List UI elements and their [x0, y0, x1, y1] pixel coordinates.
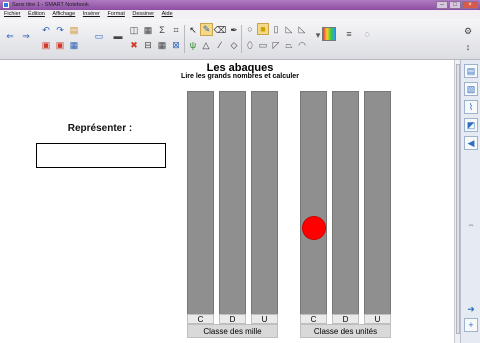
menu-draw[interactable]: Dessiner [132, 11, 154, 17]
properties-tab-icon[interactable]: ◩ [464, 118, 478, 132]
oval-shape-icon[interactable]: ⬯ [244, 39, 256, 51]
column-label-units-d: D [332, 314, 359, 324]
line-style-icon[interactable]: ≡ [342, 27, 356, 41]
toolbar-move-icon[interactable]: ↕ [462, 41, 474, 53]
next-page-icon[interactable]: ⇒ [19, 29, 33, 43]
display-icon[interactable]: ▭ [92, 29, 106, 43]
abacus-rod-units-d[interactable] [332, 91, 359, 316]
line-icon[interactable]: ∕ [214, 39, 226, 51]
abacus-rod-thousands-d[interactable] [219, 91, 246, 316]
attachments-icon[interactable]: ⌇ [464, 100, 478, 114]
triangle-shape-icon[interactable]: ◺ [283, 23, 295, 35]
shape-icon[interactable]: △ [200, 39, 212, 51]
menu-insert[interactable]: Insérer [83, 11, 100, 17]
toolbar: ⇐ ⇒ ↶ ↷ ▤ ▣ ▣ ▦ ▭ ▬ ◫ ▦ Σ ⌗ ✖ ⊟ ▦ ⊠ ↖ ✎ … [0, 19, 480, 60]
class-label-thousands: Classe des mille [187, 324, 278, 338]
delete-icon[interactable]: ✖ [128, 39, 140, 51]
side-tab-panel: ▤ ▧ ⌇ ◩ ◀ ⇔ ➜ + [460, 60, 480, 343]
represent-input-box[interactable] [36, 143, 166, 168]
column-label-thousands-d: D [219, 314, 246, 324]
new-page-icon[interactable]: ▣ [40, 39, 52, 51]
properties-icon[interactable]: ▦ [156, 39, 168, 51]
transparency-icon[interactable]: ◌ [360, 27, 374, 41]
fill-icon[interactable]: ◇ [228, 39, 240, 51]
circle-shape-icon[interactable]: ○ [244, 23, 256, 35]
abacus-rod-thousands-c[interactable] [187, 91, 214, 316]
column-label-thousands-u: U [251, 314, 278, 324]
close-button[interactable]: × [462, 1, 478, 9]
arrow-right-icon[interactable]: ➜ [464, 302, 478, 316]
menu-file[interactable]: Fichier [4, 11, 21, 17]
screen-shade-icon[interactable]: ⊟ [142, 39, 154, 51]
page-subtitle: Lire les grands nombres et calculer [181, 73, 299, 80]
window-title: Sans titre 1 - SMART Notebook [12, 2, 89, 8]
column-label-units-u: U [364, 314, 391, 324]
menu-view[interactable]: Affichage [52, 11, 75, 17]
page-sorter-icon[interactable]: ▤ [464, 64, 478, 78]
maximize-button[interactable]: □ [449, 1, 461, 9]
magic-pen-icon[interactable]: ψ [187, 39, 199, 51]
square-shape-icon[interactable]: ■ [257, 23, 269, 35]
minimize-button[interactable]: – [436, 1, 448, 9]
window-controls: – □ × [436, 1, 478, 9]
previous-page-icon[interactable]: ⇐ [3, 29, 17, 43]
right-triangle-icon[interactable]: ◺ [296, 23, 308, 35]
menu-bar: Fichier Édition Affichage Insérer Format… [0, 10, 480, 19]
abacus-bead[interactable] [302, 216, 326, 240]
toolbar-settings-icon[interactable]: ⚙ [462, 25, 474, 37]
table-icon[interactable]: ▦ [142, 24, 154, 36]
semicircle-shape-icon[interactable]: ◠ [296, 39, 308, 51]
select-icon[interactable]: ↖ [187, 24, 199, 36]
trapezoid-shape-icon[interactable]: ⏢ [283, 39, 295, 51]
open-icon[interactable]: ▤ [68, 24, 80, 36]
abacus-rod-thousands-u[interactable] [251, 91, 278, 316]
insert-media-icon[interactable]: Σ [156, 24, 168, 36]
gallery-icon[interactable]: ▧ [464, 82, 478, 96]
represent-label: Représenter : [67, 123, 133, 134]
add-page-icon[interactable]: + [464, 318, 478, 332]
app-icon [3, 2, 9, 8]
column-label-thousands-c: C [187, 314, 214, 324]
menu-format[interactable]: Format [107, 11, 124, 17]
class-label-units: Classe des unités [300, 324, 391, 338]
zoom-icon[interactable]: ⊠ [170, 39, 182, 51]
pen-color-icon[interactable]: ✒ [228, 24, 240, 36]
abacus-rod-units-c[interactable] [300, 91, 327, 316]
addons-icon[interactable]: ◀ [464, 136, 478, 150]
rectangle-shape-icon[interactable]: ▭ [257, 39, 269, 51]
delete-page-icon[interactable]: ▣ [54, 39, 66, 51]
redo-icon[interactable]: ↷ [54, 24, 66, 36]
save-icon[interactable]: ▦ [68, 39, 80, 51]
pen-icon[interactable]: ✎ [200, 23, 213, 36]
eraser-icon[interactable]: ⌫ [214, 24, 227, 36]
title-bar: Sans titre 1 - SMART Notebook – □ × [0, 0, 480, 10]
menu-edit[interactable]: Édition [28, 11, 45, 17]
triangle-outline-icon[interactable]: ◸ [270, 39, 282, 51]
keyboard-icon[interactable]: ▬ [112, 31, 124, 41]
rect-shape-icon[interactable]: ▯ [270, 23, 282, 35]
math-icon[interactable]: ⌗ [170, 24, 182, 36]
panel-collapse-icon[interactable]: ⇔ [464, 218, 478, 232]
capture-icon[interactable]: ◫ [128, 24, 140, 36]
menu-help[interactable]: Aide [162, 11, 173, 17]
color-palette-icon[interactable] [322, 27, 336, 41]
column-label-units-c: C [300, 314, 327, 324]
undo-icon[interactable]: ↶ [40, 24, 52, 36]
abacus-rod-units-u[interactable] [364, 91, 391, 316]
